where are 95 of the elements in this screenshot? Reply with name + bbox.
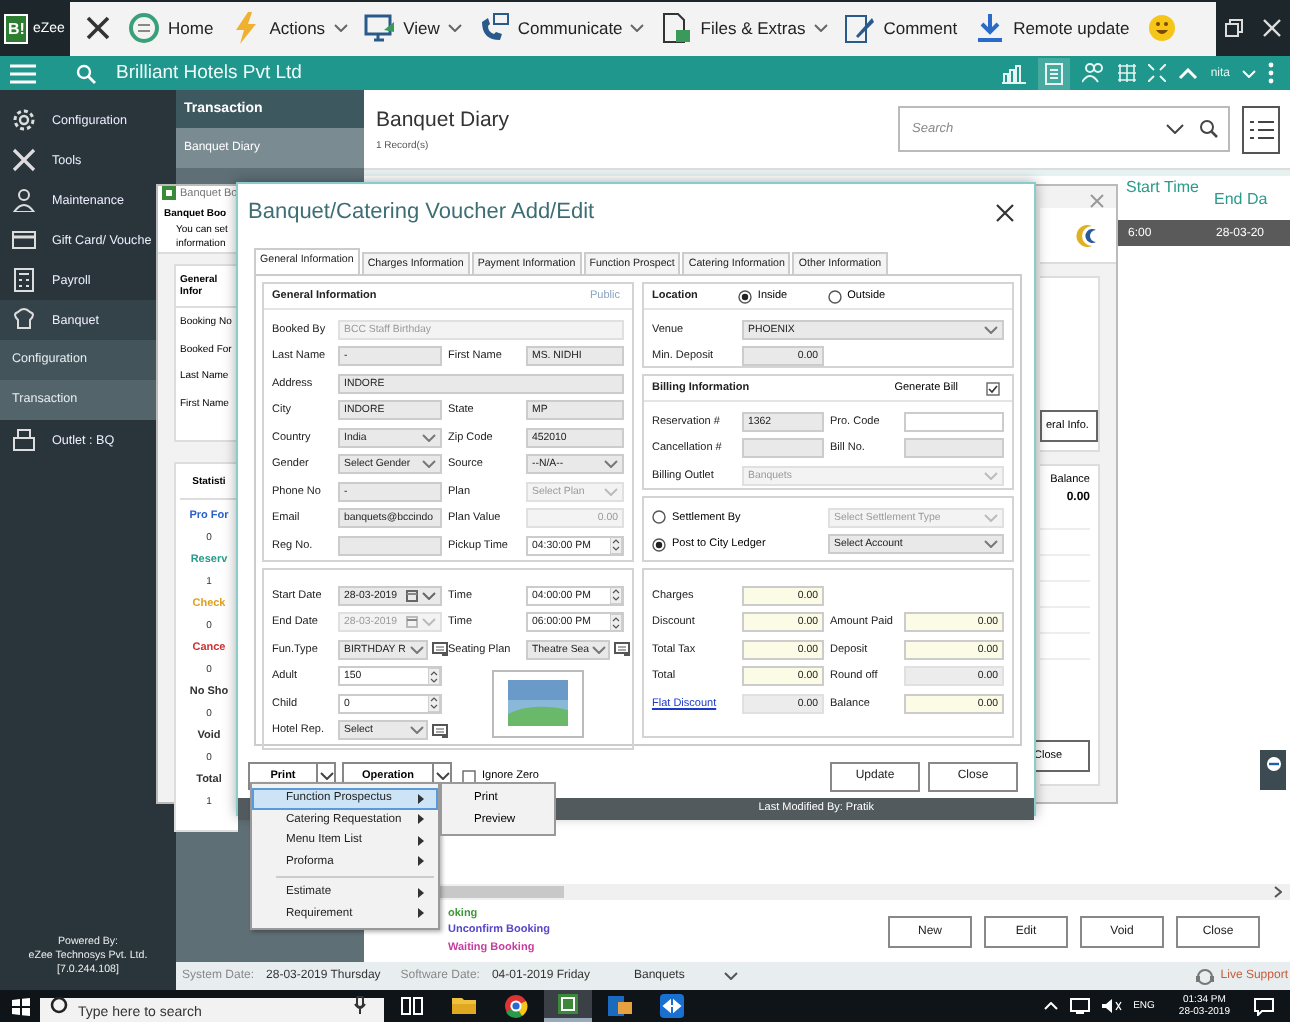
caret-icon <box>1242 69 1256 77</box>
chart-icon <box>1002 62 1027 84</box>
spinner-icon <box>610 537 622 554</box>
spinner-icon <box>428 695 440 712</box>
caret-icon <box>410 726 424 735</box>
menu-icon <box>10 63 36 83</box>
spinner-icon <box>610 587 622 604</box>
crescent-logo-icon <box>1076 223 1100 247</box>
toolbar-button[interactable]: Communicate <box>471 4 651 52</box>
text-field[interactable] <box>338 535 442 556</box>
caret-icon <box>435 772 449 780</box>
caret-icon <box>604 460 618 469</box>
microphone-icon <box>354 996 366 1014</box>
windows-icon <box>11 997 29 1015</box>
notification-icon <box>1254 997 1274 1015</box>
people-icon <box>1082 62 1107 84</box>
folder-icon <box>452 994 476 1018</box>
chrome-icon <box>504 994 528 1018</box>
calendar-icon <box>406 616 418 629</box>
spinner-icon <box>610 614 622 631</box>
download-icon <box>973 12 1006 44</box>
chef-icon <box>12 308 36 332</box>
caret-icon <box>422 433 436 442</box>
chevron-right-icon <box>1274 886 1282 898</box>
input-field[interactable] <box>904 411 1004 432</box>
close-icon <box>84 14 112 42</box>
caret-icon <box>422 591 436 600</box>
monitor-icon <box>363 12 396 44</box>
pen-icon <box>843 12 876 44</box>
list-icon <box>1249 119 1273 139</box>
caret-icon <box>422 460 436 469</box>
checkbox[interactable] <box>986 381 1000 395</box>
chevron-down-icon <box>1166 124 1184 134</box>
dialog-title: Banquet/Catering Voucher Add/Edit <box>248 200 595 224</box>
page-title: Banquet Diary <box>376 107 512 131</box>
list-view-button[interactable] <box>1242 105 1280 153</box>
search-icon <box>76 63 96 83</box>
list-icon <box>431 642 447 657</box>
smiley-icon <box>1147 14 1176 42</box>
column-header[interactable]: End Da <box>1214 176 1290 220</box>
caret-icon <box>319 772 333 780</box>
gear-icon <box>12 108 36 132</box>
caret-icon <box>604 487 618 496</box>
app-tile-icon <box>556 992 580 1016</box>
caret-icon <box>984 513 998 522</box>
more-icon <box>1268 62 1274 84</box>
caret-icon <box>410 645 424 654</box>
toolbar-button[interactable]: Home <box>122 4 220 52</box>
phone-chat-icon <box>477 12 510 44</box>
taskbar-app[interactable] <box>544 990 592 1022</box>
list-picker-button[interactable] <box>430 720 448 741</box>
caret-icon <box>984 540 998 549</box>
document-icon <box>1038 57 1071 89</box>
card-icon <box>12 228 36 252</box>
chevron-up-icon <box>1178 67 1199 79</box>
restore-icon <box>1224 18 1245 38</box>
app-logo: B! <box>4 13 29 43</box>
chevron-up-icon <box>1043 1002 1058 1010</box>
spinner-icon <box>428 668 440 685</box>
text-field[interactable] <box>742 438 824 459</box>
caret-icon <box>984 471 998 480</box>
text-field[interactable] <box>904 438 1004 459</box>
circle-icon <box>50 996 68 1014</box>
list-icon <box>613 642 629 657</box>
caret-icon <box>592 645 606 654</box>
close-icon <box>1090 194 1104 208</box>
circle-icon <box>128 12 160 44</box>
company-name: Brilliant Hotels Pvt Ltd <box>116 62 302 84</box>
caret-icon <box>724 972 739 980</box>
toolbar-button[interactable]: Actions <box>223 4 354 52</box>
list-picker-button[interactable] <box>430 639 448 660</box>
list-picker-button[interactable] <box>612 639 630 660</box>
image-placeholder-icon <box>492 669 584 738</box>
task-view-icon <box>400 994 424 1018</box>
caret-icon <box>422 618 436 627</box>
mail-icon <box>608 994 632 1018</box>
toolbar-button[interactable]: Comment <box>837 4 964 52</box>
column-header[interactable]: Start Time <box>1126 176 1214 220</box>
toolbar-button[interactable]: Files & Extras <box>654 4 834 52</box>
search-icon <box>1200 120 1218 138</box>
toolbar-button[interactable]: View <box>357 4 468 52</box>
caret-icon <box>984 325 998 334</box>
person-icon <box>12 188 36 212</box>
headset-icon <box>1196 967 1215 985</box>
expand-icon <box>1148 64 1167 82</box>
close-icon <box>1261 18 1282 38</box>
side-tab[interactable] <box>1260 750 1286 790</box>
calendar-icon <box>406 589 418 602</box>
speaker-icon <box>1101 998 1122 1014</box>
calculator-icon <box>12 268 36 292</box>
close-icon <box>996 203 1014 221</box>
list-icon <box>431 723 447 738</box>
grid-icon <box>1118 64 1137 82</box>
tools-icon <box>12 148 36 172</box>
toolbar-button[interactable]: Remote update <box>967 4 1136 52</box>
